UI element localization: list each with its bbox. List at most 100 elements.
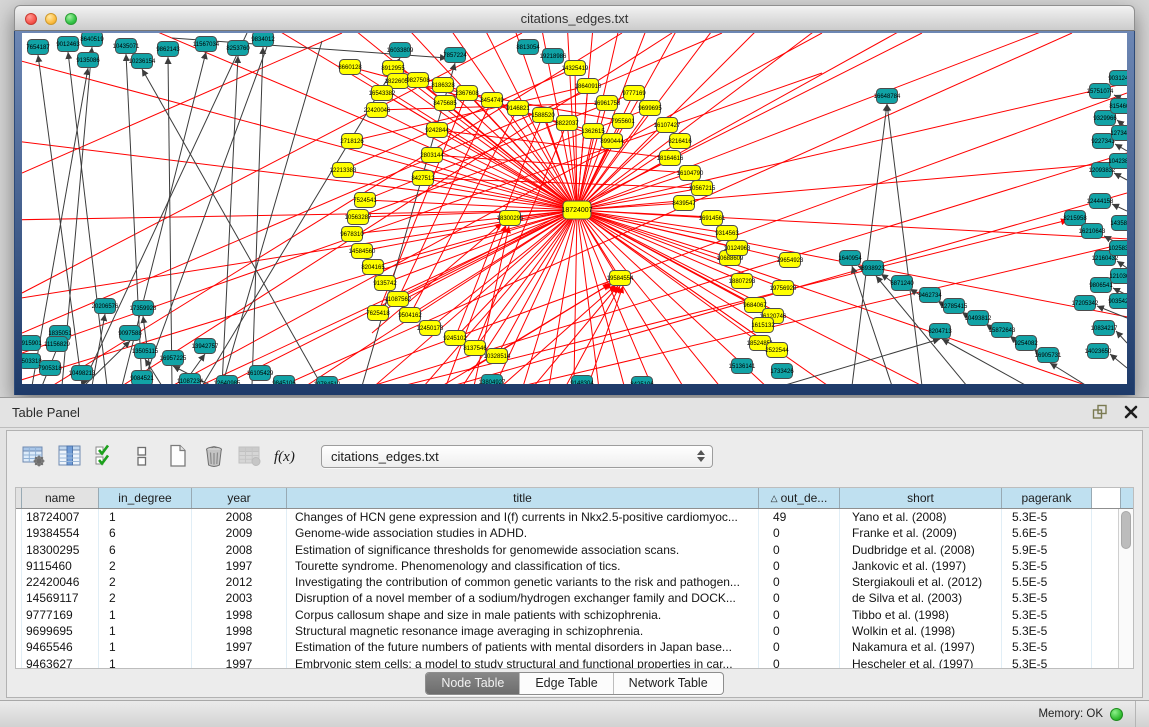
- network-node[interactable]: 1435806: [1110, 216, 1127, 231]
- network-node[interactable]: 8813054: [516, 40, 540, 55]
- network-node[interactable]: 1615132: [751, 318, 775, 333]
- network-node[interactable]: 1588520: [531, 108, 555, 123]
- table-row[interactable]: 911546021997Tourette syndrome. Phenomeno…: [16, 558, 1133, 574]
- network-node[interactable]: 1025834: [1108, 241, 1127, 256]
- network-node[interactable]: 9135742: [373, 276, 397, 291]
- network-node[interactable]: 13505115: [132, 344, 159, 359]
- network-node[interactable]: 16033809: [387, 43, 414, 58]
- network-node[interactable]: 10498213: [69, 366, 96, 381]
- network-node[interactable]: 7955601: [611, 114, 635, 129]
- network-node[interactable]: 3216416: [668, 134, 692, 149]
- network-node[interactable]: 16957225: [160, 351, 187, 366]
- tab-network-table[interactable]: Network Table: [613, 673, 723, 694]
- network-node[interactable]: 16961758: [594, 96, 621, 111]
- network-node[interactable]: 9084521: [130, 371, 154, 385]
- network-node[interactable]: 18724007: [561, 201, 592, 219]
- network-node[interactable]: 16107427: [654, 118, 681, 133]
- table-row[interactable]: 977716911998Corpus callosum shape and si…: [16, 607, 1133, 623]
- delete-column-button[interactable]: [199, 441, 229, 471]
- network-node[interactable]: 6871240: [890, 276, 914, 291]
- network-node[interactable]: 9462734: [918, 288, 942, 303]
- column-header-in_degree[interactable]: in_degree: [99, 488, 192, 508]
- network-node[interactable]: 8204713: [928, 324, 952, 339]
- network-node[interactable]: 12785415: [941, 299, 968, 314]
- table-row[interactable]: 1456911722003Disruption of a novel membe…: [16, 590, 1133, 606]
- column-header-pagerank[interactable]: pagerank: [1002, 488, 1092, 508]
- network-node[interactable]: 8640519: [80, 33, 104, 47]
- table-row[interactable]: 1872400712008Changes of HCN gene express…: [16, 509, 1133, 525]
- network-node[interactable]: 22420046: [364, 103, 391, 118]
- column-header-name[interactable]: name: [22, 488, 99, 508]
- network-node[interactable]: 11567034: [193, 37, 220, 52]
- network-node[interactable]: 8204165: [361, 260, 385, 275]
- table-row[interactable]: 946554611997Estimation of the future num…: [16, 639, 1133, 655]
- network-node[interactable]: 10784512: [314, 377, 341, 385]
- tab-node-table[interactable]: Node Table: [426, 673, 519, 694]
- function-builder-button[interactable]: f(x): [271, 441, 301, 471]
- network-node[interactable]: 12450173: [417, 321, 444, 336]
- network-node[interactable]: 7857224: [443, 48, 467, 63]
- network-node[interactable]: 16648784: [874, 89, 901, 104]
- network-node[interactable]: 11087562: [385, 292, 412, 307]
- network-node[interactable]: 1640954: [838, 251, 862, 266]
- table-row[interactable]: 2242004622012Investigating the contribut…: [16, 574, 1133, 590]
- scrollbar-thumb[interactable]: [1121, 511, 1131, 549]
- network-node[interactable]: 7654187: [26, 40, 50, 55]
- network-node[interactable]: 8660128: [338, 60, 362, 75]
- network-canvas[interactable]: 7654187901246386405191043507198621431156…: [22, 33, 1127, 384]
- minimize-window-button[interactable]: [45, 13, 57, 25]
- network-node[interactable]: 2367608: [455, 86, 479, 101]
- network-node[interactable]: 11156829: [44, 337, 70, 352]
- network-node[interactable]: 18640910: [575, 79, 602, 94]
- network-node[interactable]: 10435071: [113, 39, 140, 54]
- network-node[interactable]: 9146821: [506, 101, 530, 116]
- network-node[interactable]: 9097588: [118, 326, 142, 341]
- network-node[interactable]: 19218986: [540, 49, 567, 64]
- network-node[interactable]: 12640985: [214, 376, 241, 385]
- network-node[interactable]: 18300295: [497, 211, 524, 226]
- network-node[interactable]: 8938923: [861, 261, 885, 276]
- table-vertical-scrollbar[interactable]: [1118, 509, 1133, 668]
- network-node[interactable]: 8253760: [226, 41, 250, 56]
- network-node[interactable]: 7524541: [353, 193, 377, 208]
- network-node[interactable]: 9699695: [638, 101, 662, 116]
- network-node[interactable]: 10834217: [1091, 321, 1118, 336]
- column-header-short[interactable]: short: [840, 488, 1002, 508]
- network-node[interactable]: 8475685: [433, 96, 457, 111]
- network-node[interactable]: 11087234: [177, 374, 204, 385]
- network-node[interactable]: 15751074: [1087, 84, 1114, 99]
- column-header-title[interactable]: title: [287, 488, 759, 508]
- network-node[interactable]: 10236154: [129, 54, 156, 69]
- select-all-columns-button[interactable]: [91, 441, 121, 471]
- network-node[interactable]: 1733426: [770, 364, 794, 379]
- network-node[interactable]: 8822037: [555, 116, 579, 131]
- network-node[interactable]: 14584560: [349, 244, 376, 259]
- network-node[interactable]: 12444158: [1087, 194, 1114, 209]
- network-node[interactable]: 7905318: [38, 361, 62, 376]
- network-node[interactable]: 20206576: [92, 299, 119, 314]
- network-node[interactable]: 8186328: [431, 78, 455, 93]
- network-node[interactable]: 8990444: [600, 134, 624, 149]
- network-node[interactable]: 10124963: [724, 241, 751, 256]
- network-node[interactable]: 8454749: [480, 93, 504, 108]
- network-node[interactable]: 10567215: [689, 181, 716, 196]
- network-node[interactable]: 17359928: [130, 301, 157, 316]
- network-node[interactable]: 9242844: [425, 123, 449, 138]
- network-node[interactable]: 8439547: [672, 196, 696, 211]
- network-node[interactable]: 9862143: [156, 42, 180, 57]
- network-node[interactable]: 9035421: [1108, 294, 1127, 309]
- close-window-button[interactable]: [25, 13, 37, 25]
- network-node[interactable]: 16105429: [247, 366, 274, 381]
- network-node[interactable]: 1042385: [1108, 154, 1127, 169]
- network-node[interactable]: 2522544: [765, 343, 789, 358]
- network-node[interactable]: 8425106: [630, 377, 654, 385]
- network-node[interactable]: 8427512: [411, 171, 435, 186]
- table-row[interactable]: 1830029562008Estimation of significance …: [16, 542, 1133, 558]
- table-select-dropdown[interactable]: citations_edges.txt: [321, 445, 713, 468]
- network-node[interactable]: 12213383: [330, 163, 357, 178]
- clear-column-selection-button[interactable]: [127, 441, 157, 471]
- table-row[interactable]: 1938455462009Genome-wide association stu…: [16, 525, 1133, 541]
- create-column-button[interactable]: [163, 441, 193, 471]
- zoom-window-button[interactable]: [65, 13, 77, 25]
- network-node[interactable]: 9834012: [251, 33, 275, 47]
